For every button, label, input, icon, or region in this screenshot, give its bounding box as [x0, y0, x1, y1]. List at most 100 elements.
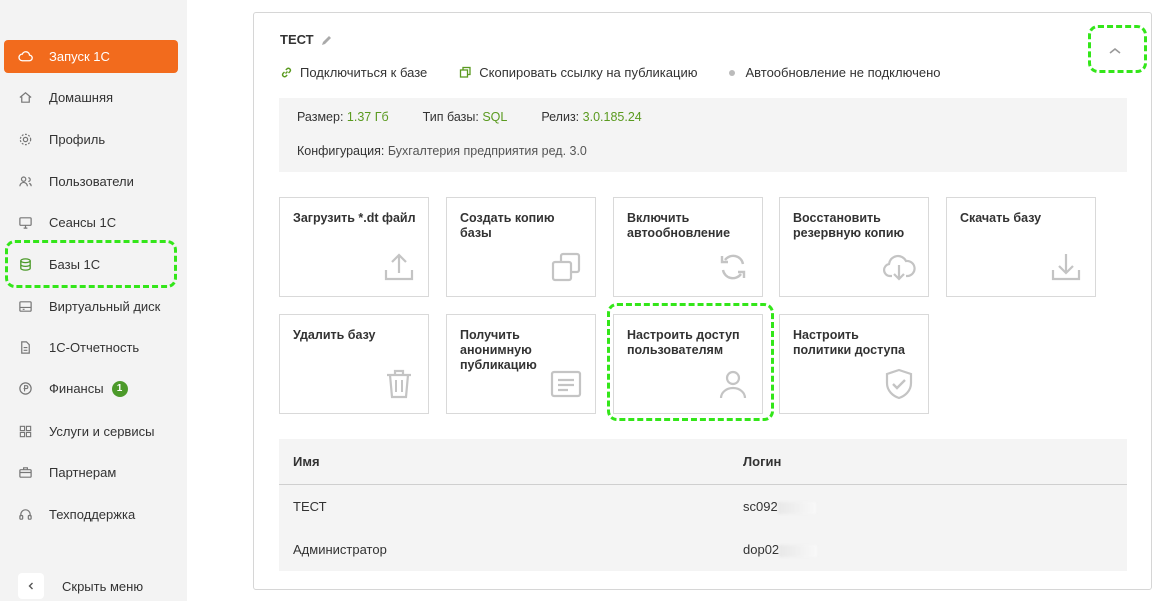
cell-name: Администратор	[293, 542, 387, 557]
create-copy-tile[interactable]: Создать копию базы	[446, 197, 596, 297]
sidebar-item-services[interactable]: Услуги и сервисы	[4, 415, 178, 448]
size-value: 1.37 Гб	[346, 110, 389, 124]
refresh-icon	[720, 254, 746, 280]
type-info: Тип базы: SQL	[423, 110, 508, 124]
chevron-up-icon	[1109, 47, 1121, 54]
configure-user-access-tile[interactable]: Настроить доступ пользователям	[613, 314, 763, 414]
sidebar-item-home[interactable]: Домашняя	[4, 81, 178, 114]
monitor-icon	[17, 215, 33, 231]
table-row[interactable]: Администратор dop02	[279, 528, 1127, 571]
release-value: 3.0.185.24	[582, 110, 642, 124]
base-title-text: ТЕСТ	[280, 32, 314, 47]
database-icon	[17, 257, 33, 273]
download-base-tile[interactable]: Скачать базу	[946, 197, 1096, 297]
sidebar-item-bases[interactable]: Базы 1С	[4, 248, 178, 281]
pencil-icon[interactable]	[320, 33, 334, 47]
grid-icon	[17, 424, 33, 440]
ruble-icon	[17, 381, 33, 397]
users-icon	[17, 174, 33, 190]
shield-check-icon	[885, 368, 913, 400]
sidebar-item-label: Профиль	[49, 132, 106, 147]
sidebar-item-users[interactable]: Пользователи	[4, 165, 178, 198]
tile-label: Настроить политики доступа	[793, 328, 905, 357]
tile-label: Восстановить резервную копию	[793, 211, 905, 240]
connect-label: Подключиться к базе	[300, 65, 428, 80]
access-policies-tile[interactable]: Настроить политики доступа	[779, 314, 929, 414]
release-label: Релиз:	[541, 110, 580, 124]
sidebar-item-profile[interactable]: Профиль	[4, 123, 178, 156]
sidebar-item-label: Виртуальный диск	[49, 299, 161, 314]
collapse-button[interactable]	[1103, 39, 1127, 63]
anonymous-publication-tile[interactable]: Получить анонимную публикацию	[446, 314, 596, 414]
cell-login: sc092	[743, 499, 1127, 514]
gear-icon	[17, 132, 33, 148]
sidebar-item-label: Сеансы 1С	[49, 215, 117, 230]
download-icon	[1051, 254, 1081, 281]
sidebar-item-launch-1c[interactable]: Запуск 1С	[4, 40, 178, 73]
config-label: Конфигурация:	[297, 144, 385, 158]
disk-icon	[17, 299, 33, 315]
redacted-text	[777, 501, 816, 514]
sidebar-item-label: Финансы	[49, 381, 104, 396]
redacted-text	[779, 544, 818, 557]
hide-menu-button[interactable]: Скрыть меню	[18, 573, 143, 599]
config-info: Конфигурация: Бухгалтерия предприятия ре…	[297, 144, 587, 158]
base-card: ТЕСТ Подключиться к базе Скопировать ссы…	[253, 12, 1152, 590]
header-login: Логин	[743, 454, 782, 469]
autoupdate-status: Автообновление не подключено	[729, 65, 940, 80]
tile-label: Включить автообновление	[627, 211, 731, 240]
upload-icon	[384, 253, 414, 281]
tile-label: Настроить доступ пользователям	[627, 328, 740, 357]
sidebar-item-label: Домашняя	[49, 90, 114, 105]
chevron-left-icon	[18, 573, 44, 599]
sidebar: Запуск 1С Домашняя Профиль Пользователи …	[0, 0, 187, 601]
sidebar-item-label: Базы 1С	[49, 257, 101, 272]
copy-icon	[460, 66, 471, 78]
sidebar-item-finance[interactable]: Финансы 1	[4, 372, 178, 405]
sidebar-item-reporting[interactable]: 1С-Отчетность	[4, 331, 178, 364]
cloud-icon	[17, 49, 33, 65]
table-header: Имя Логин	[279, 439, 1127, 485]
size-label: Размер:	[297, 110, 344, 124]
sidebar-item-partners[interactable]: Партнерам	[4, 456, 178, 489]
users-table: Имя Логин ТЕСТ sc092 Администратор dop02	[279, 439, 1127, 571]
login-text: sc092	[743, 499, 778, 514]
sidebar-item-label: Запуск 1С	[49, 49, 110, 64]
connect-link[interactable]: Подключиться к базе	[280, 65, 427, 80]
notification-badge: 1	[111, 380, 128, 397]
sidebar-item-virtual-disk[interactable]: Виртуальный диск	[4, 290, 178, 323]
headset-icon	[17, 507, 33, 523]
type-label: Тип базы:	[422, 110, 479, 124]
cloud-download-icon	[883, 254, 916, 281]
trash-icon	[387, 369, 411, 399]
sidebar-item-support[interactable]: Техподдержка	[4, 498, 178, 531]
size-info: Размер: 1.37 Гб	[297, 110, 389, 124]
link-icon	[281, 67, 292, 78]
login-text: dop02	[743, 542, 780, 557]
base-title: ТЕСТ	[280, 32, 334, 47]
enable-autoupdate-tile[interactable]: Включить автообновление	[613, 197, 763, 297]
sidebar-item-sessions[interactable]: Сеансы 1С	[4, 206, 178, 239]
restore-backup-tile[interactable]: Восстановить резервную копию	[779, 197, 929, 297]
sidebar-item-label: Пользователи	[49, 174, 134, 189]
form-icon	[550, 370, 582, 398]
table-row[interactable]: ТЕСТ sc092	[279, 485, 1127, 528]
base-info-panel: Размер: 1.37 Гб Тип базы: SQL Релиз: 3.0…	[279, 98, 1127, 172]
tile-label: Удалить базу	[293, 328, 376, 342]
header-name: Имя	[293, 454, 320, 469]
tile-label: Создать копию базы	[460, 211, 555, 240]
home-icon	[17, 90, 33, 106]
sidebar-item-label: Услуги и сервисы	[49, 424, 155, 439]
briefcase-icon	[17, 465, 33, 481]
delete-base-tile[interactable]: Удалить базу	[279, 314, 429, 414]
release-info: Релиз: 3.0.185.24	[541, 110, 641, 124]
sidebar-item-label: 1С-Отчетность	[49, 340, 140, 355]
actions-row: Подключиться к базе Скопировать ссылку н…	[280, 65, 940, 80]
config-value: Бухгалтерия предприятия ред. 3.0	[387, 144, 587, 158]
upload-dt-tile[interactable]: Загрузить *.dt файл	[279, 197, 429, 297]
cell-name: ТЕСТ	[293, 499, 327, 514]
copy-link-button[interactable]: Скопировать ссылку на публикацию	[459, 65, 697, 80]
user-icon	[719, 370, 747, 399]
document-icon	[17, 340, 33, 356]
copy-icon	[551, 252, 581, 282]
